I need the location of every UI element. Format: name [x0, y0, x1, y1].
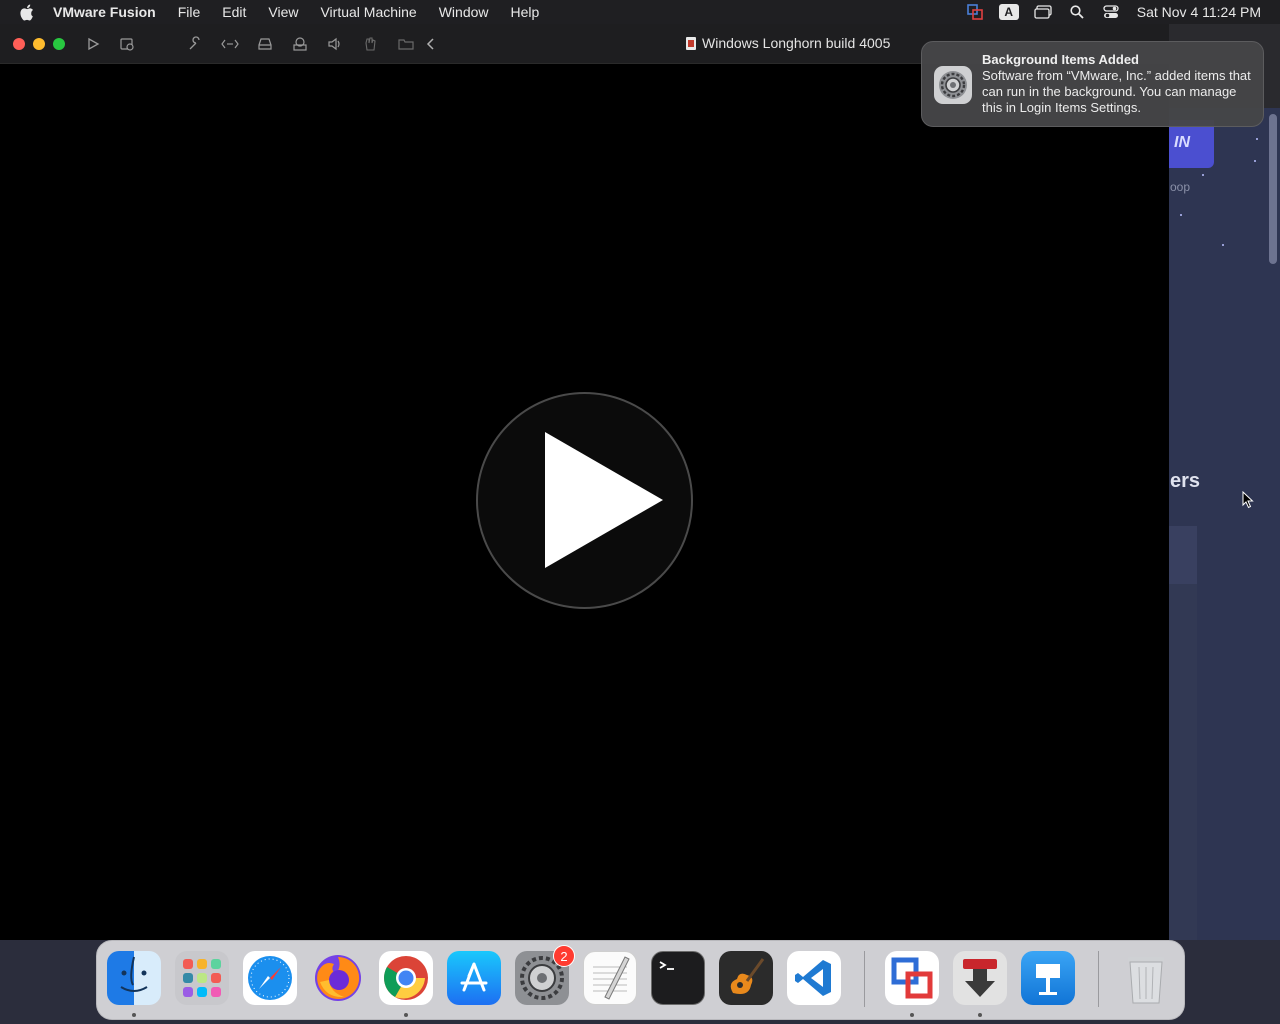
network-icon[interactable] — [220, 34, 240, 54]
terminal-icon[interactable] — [651, 951, 705, 1005]
vmware-status-icon[interactable] — [958, 0, 992, 24]
background-small-text: oop — [1170, 180, 1191, 194]
launchpad-icon[interactable] — [175, 951, 229, 1005]
star-decoration — [1256, 138, 1258, 140]
menu-window[interactable]: Window — [428, 4, 500, 20]
usb-hand-icon[interactable] — [360, 34, 380, 54]
apple-menu-icon[interactable] — [0, 4, 52, 21]
menu-edit[interactable]: Edit — [211, 4, 257, 20]
star-decoration — [1180, 214, 1182, 216]
input-source-letter: A — [998, 4, 1019, 20]
running-indicator — [132, 1013, 136, 1017]
vscode-icon[interactable] — [787, 951, 841, 1005]
collapse-chevron-icon[interactable] — [421, 34, 441, 54]
snapshot-icon[interactable] — [117, 34, 137, 54]
dock-separator — [864, 951, 865, 1007]
sound-icon[interactable] — [325, 34, 345, 54]
dock-separator — [1098, 951, 1099, 1007]
background-button[interactable]: IN — [1168, 120, 1214, 168]
menu-clock[interactable]: Sat Nov 4 11:24 PM — [1128, 4, 1280, 20]
background-scrollbar-thumb[interactable] — [1269, 114, 1277, 264]
printer-icon[interactable] — [290, 34, 310, 54]
control-center-icon[interactable] — [1094, 0, 1128, 24]
vm-document-icon — [686, 36, 696, 50]
star-decoration — [1254, 160, 1256, 162]
background-panel-lower — [1169, 584, 1197, 940]
notification-body: Software from “VMware, Inc.” added items… — [982, 68, 1251, 115]
menu-app-name[interactable]: VMware Fusion — [52, 4, 167, 20]
system-settings-icon[interactable]: 2 — [515, 945, 575, 1005]
app-store-icon[interactable] — [447, 951, 501, 1005]
firefox-icon[interactable] — [311, 951, 365, 1005]
system-settings-gear-icon — [934, 66, 972, 104]
safari-icon[interactable] — [243, 951, 297, 1005]
background-heading: ers — [1170, 470, 1201, 492]
notification-badge: 2 — [553, 945, 575, 967]
vmware-window: Windows Longhorn build 4005 — [0, 24, 1169, 940]
menu-file[interactable]: File — [167, 4, 212, 20]
background-browser-window[interactable]: IN oop ers — [1166, 108, 1280, 940]
window-minimize-button[interactable] — [33, 38, 45, 50]
menu-virtual-machine[interactable]: Virtual Machine — [309, 4, 427, 20]
notification-banner[interactable]: Background Items Added Software from “VM… — [921, 41, 1264, 127]
folder-share-icon[interactable] — [396, 34, 416, 54]
background-panel — [1169, 526, 1197, 584]
finder-icon[interactable] — [107, 951, 161, 1005]
window-close-button[interactable] — [13, 38, 25, 50]
play-triangle-icon — [545, 432, 663, 568]
trash-icon[interactable] — [1119, 951, 1173, 1005]
menu-bar: VMware Fusion File Edit View Virtual Mac… — [0, 0, 1280, 24]
textedit-icon[interactable] — [583, 951, 637, 1005]
notification-title: Background Items Added — [982, 52, 1139, 67]
vm-window-title: Windows Longhorn build 4005 — [686, 35, 890, 51]
hard-disk-icon[interactable] — [255, 34, 275, 54]
keynote-icon[interactable] — [1021, 951, 1075, 1005]
running-indicator — [978, 1013, 982, 1017]
star-decoration — [1202, 174, 1204, 176]
input-source-icon[interactable]: A — [992, 0, 1026, 24]
chrome-icon[interactable] — [379, 951, 433, 1005]
transmission-icon[interactable] — [953, 951, 1007, 1005]
settings-wrench-icon[interactable] — [185, 34, 205, 54]
garageband-icon[interactable] — [719, 951, 773, 1005]
menu-view[interactable]: View — [257, 4, 309, 20]
play-icon[interactable] — [83, 34, 103, 54]
vmware-fusion-icon[interactable] — [885, 951, 939, 1005]
mouse-cursor-icon — [1242, 490, 1254, 514]
dock: 2 — [96, 940, 1185, 1020]
star-decoration — [1222, 244, 1224, 246]
screen-mirroring-icon[interactable] — [1026, 0, 1060, 24]
menu-help[interactable]: Help — [500, 4, 551, 20]
window-zoom-button[interactable] — [53, 38, 65, 50]
running-indicator — [404, 1013, 408, 1017]
vm-title-text: Windows Longhorn build 4005 — [702, 35, 891, 51]
running-indicator — [910, 1013, 914, 1017]
start-vm-play-button[interactable] — [476, 392, 693, 609]
spotlight-search-icon[interactable] — [1060, 0, 1094, 24]
